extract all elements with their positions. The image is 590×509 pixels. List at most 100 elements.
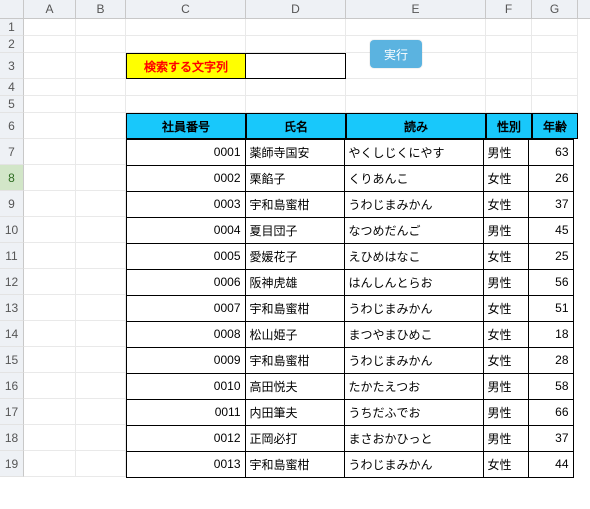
cell[interactable] xyxy=(24,96,76,113)
cell[interactable] xyxy=(24,451,76,477)
cell[interactable] xyxy=(126,79,246,96)
cell[interactable] xyxy=(76,96,126,113)
cell[interactable] xyxy=(76,165,126,191)
cell-gender[interactable]: 男性 xyxy=(483,373,529,400)
cell-name[interactable]: 宇和島蜜柑 xyxy=(245,295,345,322)
col-header[interactable]: C xyxy=(126,0,246,18)
cell-gender[interactable]: 女性 xyxy=(483,165,529,192)
cell[interactable] xyxy=(76,217,126,243)
cell[interactable] xyxy=(486,36,532,53)
cell[interactable] xyxy=(126,96,246,113)
cell-reading[interactable]: うちだふでお xyxy=(344,399,484,426)
cell-name[interactable]: 内田筆夫 xyxy=(245,399,345,426)
cell-age[interactable]: 44 xyxy=(528,451,574,478)
cell-id[interactable]: 0002 xyxy=(126,165,246,192)
row-header[interactable]: 17 xyxy=(0,399,24,425)
cell[interactable] xyxy=(76,113,126,139)
cell-age[interactable]: 25 xyxy=(528,243,574,270)
row-header[interactable]: 1 xyxy=(0,19,24,36)
cell[interactable] xyxy=(76,425,126,451)
table-header-id[interactable]: 社員番号 xyxy=(126,113,246,139)
cell-id[interactable]: 0005 xyxy=(126,243,246,270)
col-header[interactable]: A xyxy=(24,0,76,18)
cell[interactable] xyxy=(246,36,346,53)
cell-reading[interactable]: くりあんこ xyxy=(344,165,484,192)
cell[interactable] xyxy=(532,36,578,53)
row-header[interactable]: 12 xyxy=(0,269,24,295)
cell-age[interactable]: 63 xyxy=(528,139,574,166)
cell-gender[interactable]: 女性 xyxy=(483,295,529,322)
cell-id[interactable]: 0008 xyxy=(126,321,246,348)
cell[interactable] xyxy=(24,19,76,36)
cell-age[interactable]: 58 xyxy=(528,373,574,400)
cell[interactable] xyxy=(24,53,76,79)
row-header[interactable]: 11 xyxy=(0,243,24,269)
cell[interactable] xyxy=(24,269,76,295)
cell-name[interactable]: 宇和島蜜柑 xyxy=(245,347,345,374)
cell-gender[interactable]: 男性 xyxy=(483,139,529,166)
cell-age[interactable]: 45 xyxy=(528,217,574,244)
cell-id[interactable]: 0010 xyxy=(126,373,246,400)
cell-gender[interactable]: 男性 xyxy=(483,217,529,244)
cell[interactable] xyxy=(24,79,76,96)
col-header[interactable]: G xyxy=(532,0,578,18)
table-header-reading[interactable]: 読み xyxy=(346,113,486,139)
cell-gender[interactable]: 男性 xyxy=(483,269,529,296)
cell-age[interactable]: 26 xyxy=(528,165,574,192)
cell-reading[interactable]: うわじまみかん xyxy=(344,347,484,374)
cell-gender[interactable]: 女性 xyxy=(483,243,529,270)
cell[interactable] xyxy=(76,191,126,217)
cell[interactable] xyxy=(486,96,532,113)
cell[interactable] xyxy=(24,321,76,347)
cell[interactable] xyxy=(346,96,486,113)
row-header[interactable]: 7 xyxy=(0,139,24,165)
select-all-corner[interactable] xyxy=(0,0,24,18)
row-header[interactable]: 13 xyxy=(0,295,24,321)
cell[interactable] xyxy=(126,36,246,53)
row-header[interactable]: 4 xyxy=(0,79,24,96)
cell[interactable] xyxy=(346,79,486,96)
cell[interactable] xyxy=(24,295,76,321)
row-header[interactable]: 5 xyxy=(0,96,24,113)
cell-id[interactable]: 0013 xyxy=(126,451,246,478)
cell-name[interactable]: 正岡必打 xyxy=(245,425,345,452)
cell[interactable] xyxy=(486,79,532,96)
cell[interactable] xyxy=(24,36,76,53)
cell-id[interactable]: 0009 xyxy=(126,347,246,374)
cell-id[interactable]: 0006 xyxy=(126,269,246,296)
cell-age[interactable]: 28 xyxy=(528,347,574,374)
cell[interactable] xyxy=(24,399,76,425)
cell-gender[interactable]: 男性 xyxy=(483,425,529,452)
cell-id[interactable]: 0003 xyxy=(126,191,246,218)
cell[interactable] xyxy=(24,139,76,165)
cell[interactable] xyxy=(24,373,76,399)
cell-id[interactable]: 0007 xyxy=(126,295,246,322)
cell-name[interactable]: 愛媛花子 xyxy=(245,243,345,270)
cell-id[interactable]: 0001 xyxy=(126,139,246,166)
cell-age[interactable]: 37 xyxy=(528,425,574,452)
cell[interactable] xyxy=(76,269,126,295)
cell-reading[interactable]: うわじまみかん xyxy=(344,295,484,322)
row-header[interactable]: 10 xyxy=(0,217,24,243)
cell[interactable] xyxy=(76,347,126,373)
cell[interactable] xyxy=(486,19,532,36)
cell[interactable] xyxy=(24,347,76,373)
cell[interactable] xyxy=(76,139,126,165)
cell[interactable] xyxy=(532,79,578,96)
row-header[interactable]: 6 xyxy=(0,113,24,139)
cell[interactable] xyxy=(76,36,126,53)
cell-age[interactable]: 18 xyxy=(528,321,574,348)
cell[interactable] xyxy=(24,217,76,243)
cell[interactable] xyxy=(76,399,126,425)
cell-name[interactable]: 阪神虎雄 xyxy=(245,269,345,296)
cell-name[interactable]: 宇和島蜜柑 xyxy=(245,451,345,478)
row-header[interactable]: 2 xyxy=(0,36,24,53)
row-header[interactable]: 14 xyxy=(0,321,24,347)
cell[interactable] xyxy=(532,53,578,79)
cell[interactable] xyxy=(24,113,76,139)
row-header[interactable]: 8 xyxy=(0,165,24,191)
cell-age[interactable]: 66 xyxy=(528,399,574,426)
cell-name[interactable]: 薬師寺国安 xyxy=(245,139,345,166)
cell-id[interactable]: 0012 xyxy=(126,425,246,452)
cell[interactable] xyxy=(24,425,76,451)
